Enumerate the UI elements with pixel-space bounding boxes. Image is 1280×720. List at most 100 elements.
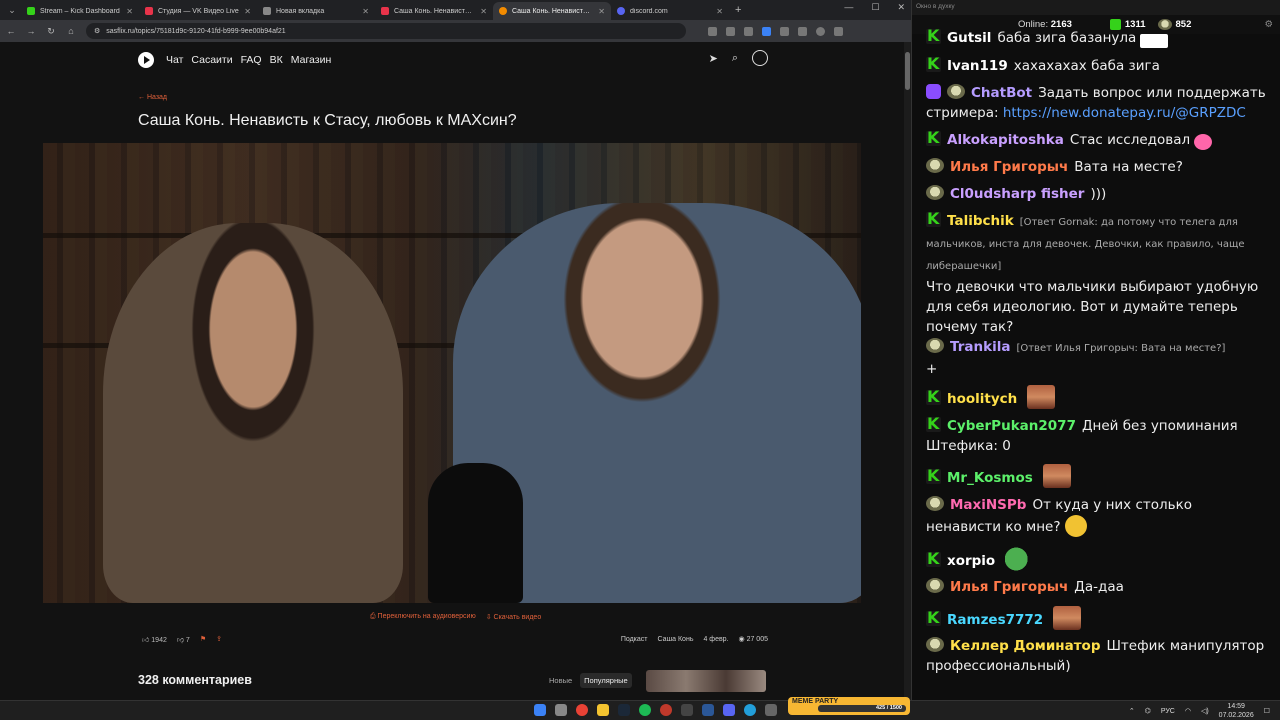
spotify-icon[interactable] — [639, 704, 651, 716]
nav-vk[interactable]: ВК — [270, 54, 283, 66]
chat-username[interactable]: Trankila — [950, 339, 1010, 355]
forward-arrow-icon[interactable]: → — [26, 26, 36, 36]
clock[interactable]: 14:59 07.02.2026 — [1219, 702, 1254, 720]
nav-sasaiti[interactable]: Сасаити — [191, 54, 232, 66]
bookmark-icon[interactable]: ⚑ — [200, 635, 206, 643]
wifi-icon[interactable]: ◠ — [1185, 707, 1191, 715]
close-icon[interactable]: ✕ — [362, 7, 369, 16]
close-icon[interactable]: ✕ — [244, 7, 251, 16]
chat-username[interactable]: Ivan119 — [947, 58, 1008, 74]
nav-chat[interactable]: Чат — [166, 54, 183, 66]
menu-icon[interactable] — [834, 26, 843, 36]
obs-icon[interactable] — [681, 704, 693, 716]
maximize-icon[interactable]: ☐ — [871, 2, 879, 13]
dislike-button[interactable]: 👎︎ 7 — [177, 635, 190, 644]
address-bar[interactable]: ⚙ sasflix.ru/topics/75181d9c-9120-41fd-b… — [86, 23, 686, 39]
extension-icon[interactable] — [726, 26, 735, 36]
tab-vk-studio[interactable]: Студия — VK Видео Live ✕ — [139, 2, 257, 20]
tab-discord[interactable]: discord.com ✕ — [611, 2, 729, 20]
chat-username[interactable]: xorpio — [947, 553, 995, 569]
close-window-icon[interactable]: ✕ — [897, 2, 905, 13]
app-icon[interactable] — [660, 704, 672, 716]
tab-new[interactable]: Новая вкладка ✕ — [257, 2, 375, 20]
audio-version-link[interactable]: ⎙ Переключить на аудиоверсию — [370, 613, 476, 621]
chat-username[interactable]: Келлер Доминатор — [950, 638, 1100, 654]
network-icon[interactable]: ⌬ — [1145, 707, 1151, 715]
sort-new[interactable]: Новые — [545, 673, 576, 688]
chat-username[interactable]: Cl0udsharp fisher — [950, 186, 1084, 202]
user-icon[interactable] — [752, 50, 768, 66]
meme-party-widget[interactable]: MEME PARTY 425 / 1500 — [788, 697, 910, 715]
chat-username[interactable]: ChatBot — [971, 85, 1032, 101]
nav-shop[interactable]: Магазин — [291, 54, 332, 66]
close-icon[interactable]: ✕ — [598, 7, 605, 16]
new-tab-button[interactable]: + — [735, 4, 741, 16]
video-player[interactable] — [43, 143, 861, 603]
related-thumbnail[interactable] — [646, 670, 766, 692]
search-icon[interactable] — [555, 704, 567, 716]
search-icon[interactable]: ⌕ — [732, 52, 738, 65]
extension-icon[interactable] — [744, 26, 753, 36]
puzzle-icon[interactable] — [780, 26, 789, 36]
tab-search-icon[interactable]: ⌄ — [3, 2, 21, 18]
steam-icon[interactable] — [618, 704, 630, 716]
back-link[interactable]: ← Назад — [138, 94, 167, 101]
download-icon[interactable] — [798, 26, 807, 36]
tab-bar: ⌄ Stream – Kick Dashboard ✕ Студия — VK В… — [0, 0, 911, 20]
extension-icon[interactable] — [708, 26, 717, 36]
tab-label: discord.com — [630, 7, 668, 15]
profile-icon[interactable] — [816, 26, 825, 36]
nav-faq[interactable]: FAQ — [241, 54, 262, 66]
volume-icon[interactable]: ◁) — [1201, 707, 1209, 715]
windows-start-icon[interactable] — [534, 704, 546, 716]
app-icon[interactable] — [702, 704, 714, 716]
close-icon[interactable]: ✕ — [716, 7, 723, 16]
close-icon[interactable]: ✕ — [480, 7, 487, 16]
notifications-icon[interactable]: ☐ — [1264, 707, 1270, 715]
chat-message: Mr_Kosmos — [926, 464, 1268, 488]
site-info-icon[interactable]: ⚙ — [94, 27, 100, 35]
tab-sasflix-1[interactable]: Саша Конь. Ненависть к Стасу ✕ — [375, 2, 493, 20]
pepe-badge-icon — [926, 578, 944, 593]
close-icon[interactable]: ✕ — [126, 7, 133, 16]
page-scrollbar[interactable] — [904, 42, 911, 700]
telegram-icon[interactable] — [744, 704, 756, 716]
app-icon[interactable] — [765, 704, 777, 716]
chat-username[interactable]: Илья Григорыч — [950, 159, 1068, 175]
donate-link[interactable]: https://new.donatepay.ru/@GRPZDC — [1003, 105, 1246, 121]
sort-popular[interactable]: Популярные — [580, 673, 632, 688]
chrome-icon[interactable] — [576, 704, 588, 716]
back-arrow-icon[interactable]: ← — [6, 26, 16, 36]
extension-icon[interactable] — [762, 26, 771, 36]
chevron-up-icon[interactable]: ⌃ — [1129, 707, 1135, 715]
chat-username[interactable]: Gutsil — [947, 30, 991, 46]
chat-username[interactable]: Talibchik — [947, 213, 1014, 229]
scroll-thumb[interactable] — [905, 52, 910, 90]
chat-username[interactable]: Илья Григорыч — [950, 579, 1068, 595]
chat-username[interactable]: Mr_Kosmos — [947, 470, 1033, 486]
download-video-link[interactable]: ⇩ Скачать видео — [486, 613, 542, 621]
send-icon[interactable]: ➤ — [709, 52, 718, 65]
language-indicator[interactable]: РУС — [1161, 708, 1175, 715]
chat-username[interactable]: CyberPukan2077 — [947, 418, 1076, 434]
discord-icon[interactable] — [723, 704, 735, 716]
tab-sasflix-active[interactable]: Саша Конь. Ненависть к С… ✕ — [493, 2, 611, 20]
tab-kick-dashboard[interactable]: Stream – Kick Dashboard ✕ — [21, 2, 139, 20]
home-icon[interactable]: ⌂ — [66, 26, 76, 36]
folder-icon[interactable] — [597, 704, 609, 716]
chat-username[interactable]: Ramzes7772 — [947, 612, 1043, 628]
eye-icon: ◉ — [738, 636, 745, 643]
chat-username[interactable]: hoolitych — [947, 391, 1017, 407]
minimize-icon[interactable]: — — [844, 2, 853, 13]
sasflix-icon — [499, 7, 507, 15]
chat-username[interactable]: MaxiNSPb — [950, 497, 1026, 513]
logo-play-icon[interactable] — [138, 52, 154, 68]
tag-podcast[interactable]: Подкаст — [621, 636, 648, 643]
kick-icon — [27, 7, 35, 15]
share-icon[interactable]: ⇪ — [216, 635, 222, 643]
tag-sasha-kon[interactable]: Саша Конь — [658, 636, 694, 643]
reload-icon[interactable]: ↻ — [46, 26, 56, 37]
like-button[interactable]: 👍︎ 1942 — [142, 635, 167, 644]
chat-username[interactable]: Alkokapitoshka — [947, 132, 1064, 148]
chat-window-title: Окно в духку — [912, 0, 1280, 15]
